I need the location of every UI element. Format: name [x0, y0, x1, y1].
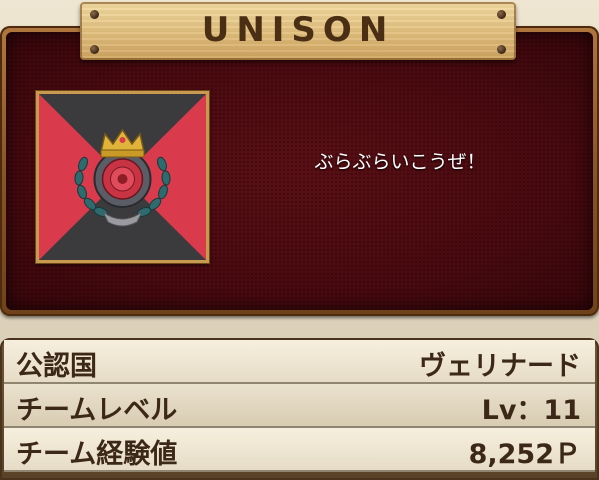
crowned-rose-wreath-emblem-icon	[39, 94, 206, 260]
team-name-plank: UNISON	[80, 2, 516, 60]
info-row-nation: 公認国 ヴェリナード	[4, 340, 595, 384]
info-row-exp: チーム経験値 8,252Ｐ	[4, 428, 595, 472]
team-name: UNISON	[201, 10, 395, 50]
team-info-panel: 公認国 ヴェリナード チームレベル Lv：11 チーム経験値 8,252Ｐ	[0, 338, 599, 480]
team-emblem[interactable]	[36, 91, 209, 263]
info-label: チーム経験値	[16, 439, 178, 470]
info-value: ヴェリナード	[419, 351, 581, 382]
info-value: 8,252Ｐ	[468, 439, 581, 470]
team-message: ぶらぶらいこうぜ！	[314, 151, 486, 173]
team-info-screen: UNISON ぶらぶらいこうぜ！ 公認国 ヴェリナード チームレベル Lv：11…	[0, 0, 599, 480]
info-label: チームレベル	[16, 395, 178, 426]
info-label: 公認国	[16, 351, 97, 382]
info-row-level: チームレベル Lv：11	[4, 384, 595, 428]
info-value: Lv：11	[481, 395, 581, 426]
